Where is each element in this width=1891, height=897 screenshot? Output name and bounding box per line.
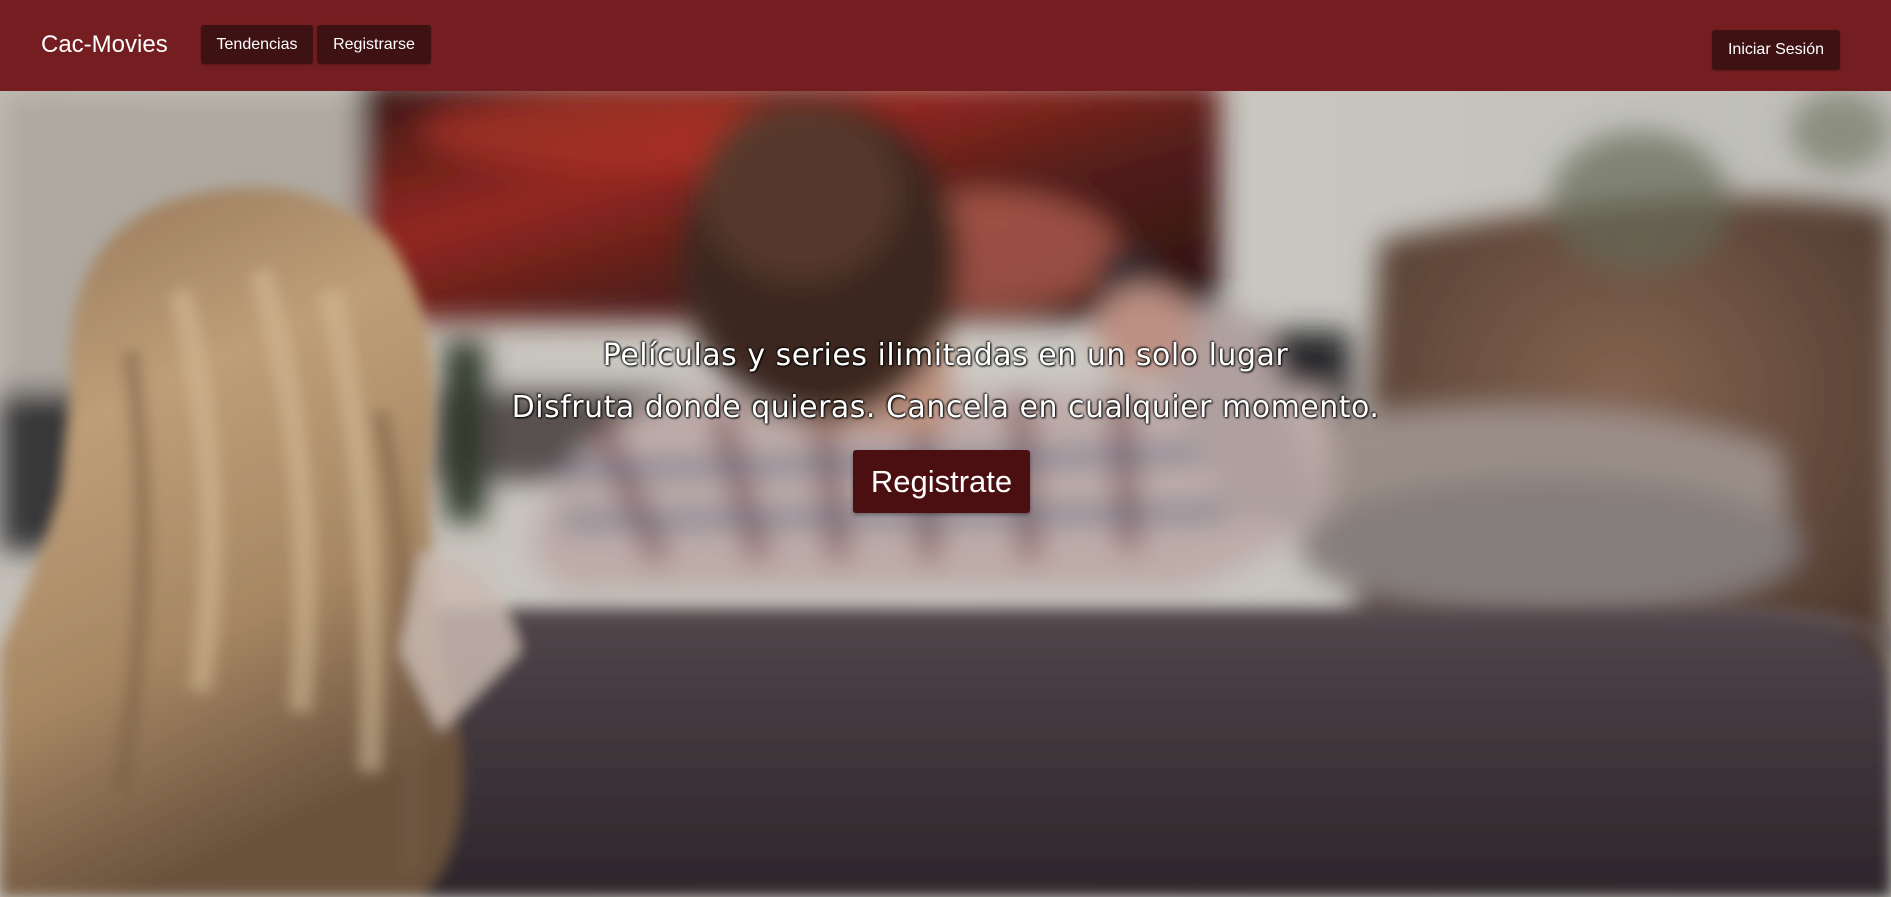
hero-section: Películas y series ilimitadas en un solo… xyxy=(0,91,1891,897)
nav-register-button[interactable]: Registrarse xyxy=(317,25,431,64)
navbar: Cac-Movies Tendencias Registrarse Inicia… xyxy=(0,0,1891,91)
register-cta-button[interactable]: Registrate xyxy=(853,450,1030,513)
hero-subtitle: Disfruta donde quieras. Cancela en cualq… xyxy=(511,390,1380,425)
page: Cac-Movies Tendencias Registrarse Inicia… xyxy=(0,0,1891,897)
hero-content: Películas y series ilimitadas en un solo… xyxy=(0,91,1891,897)
nav-trending-button[interactable]: Tendencias xyxy=(201,25,313,64)
brand-logo-link[interactable]: Cac-Movies xyxy=(41,30,168,60)
hero-title: Películas y series ilimitadas en un solo… xyxy=(602,338,1289,373)
login-button[interactable]: Iniciar Sesión xyxy=(1712,30,1840,70)
